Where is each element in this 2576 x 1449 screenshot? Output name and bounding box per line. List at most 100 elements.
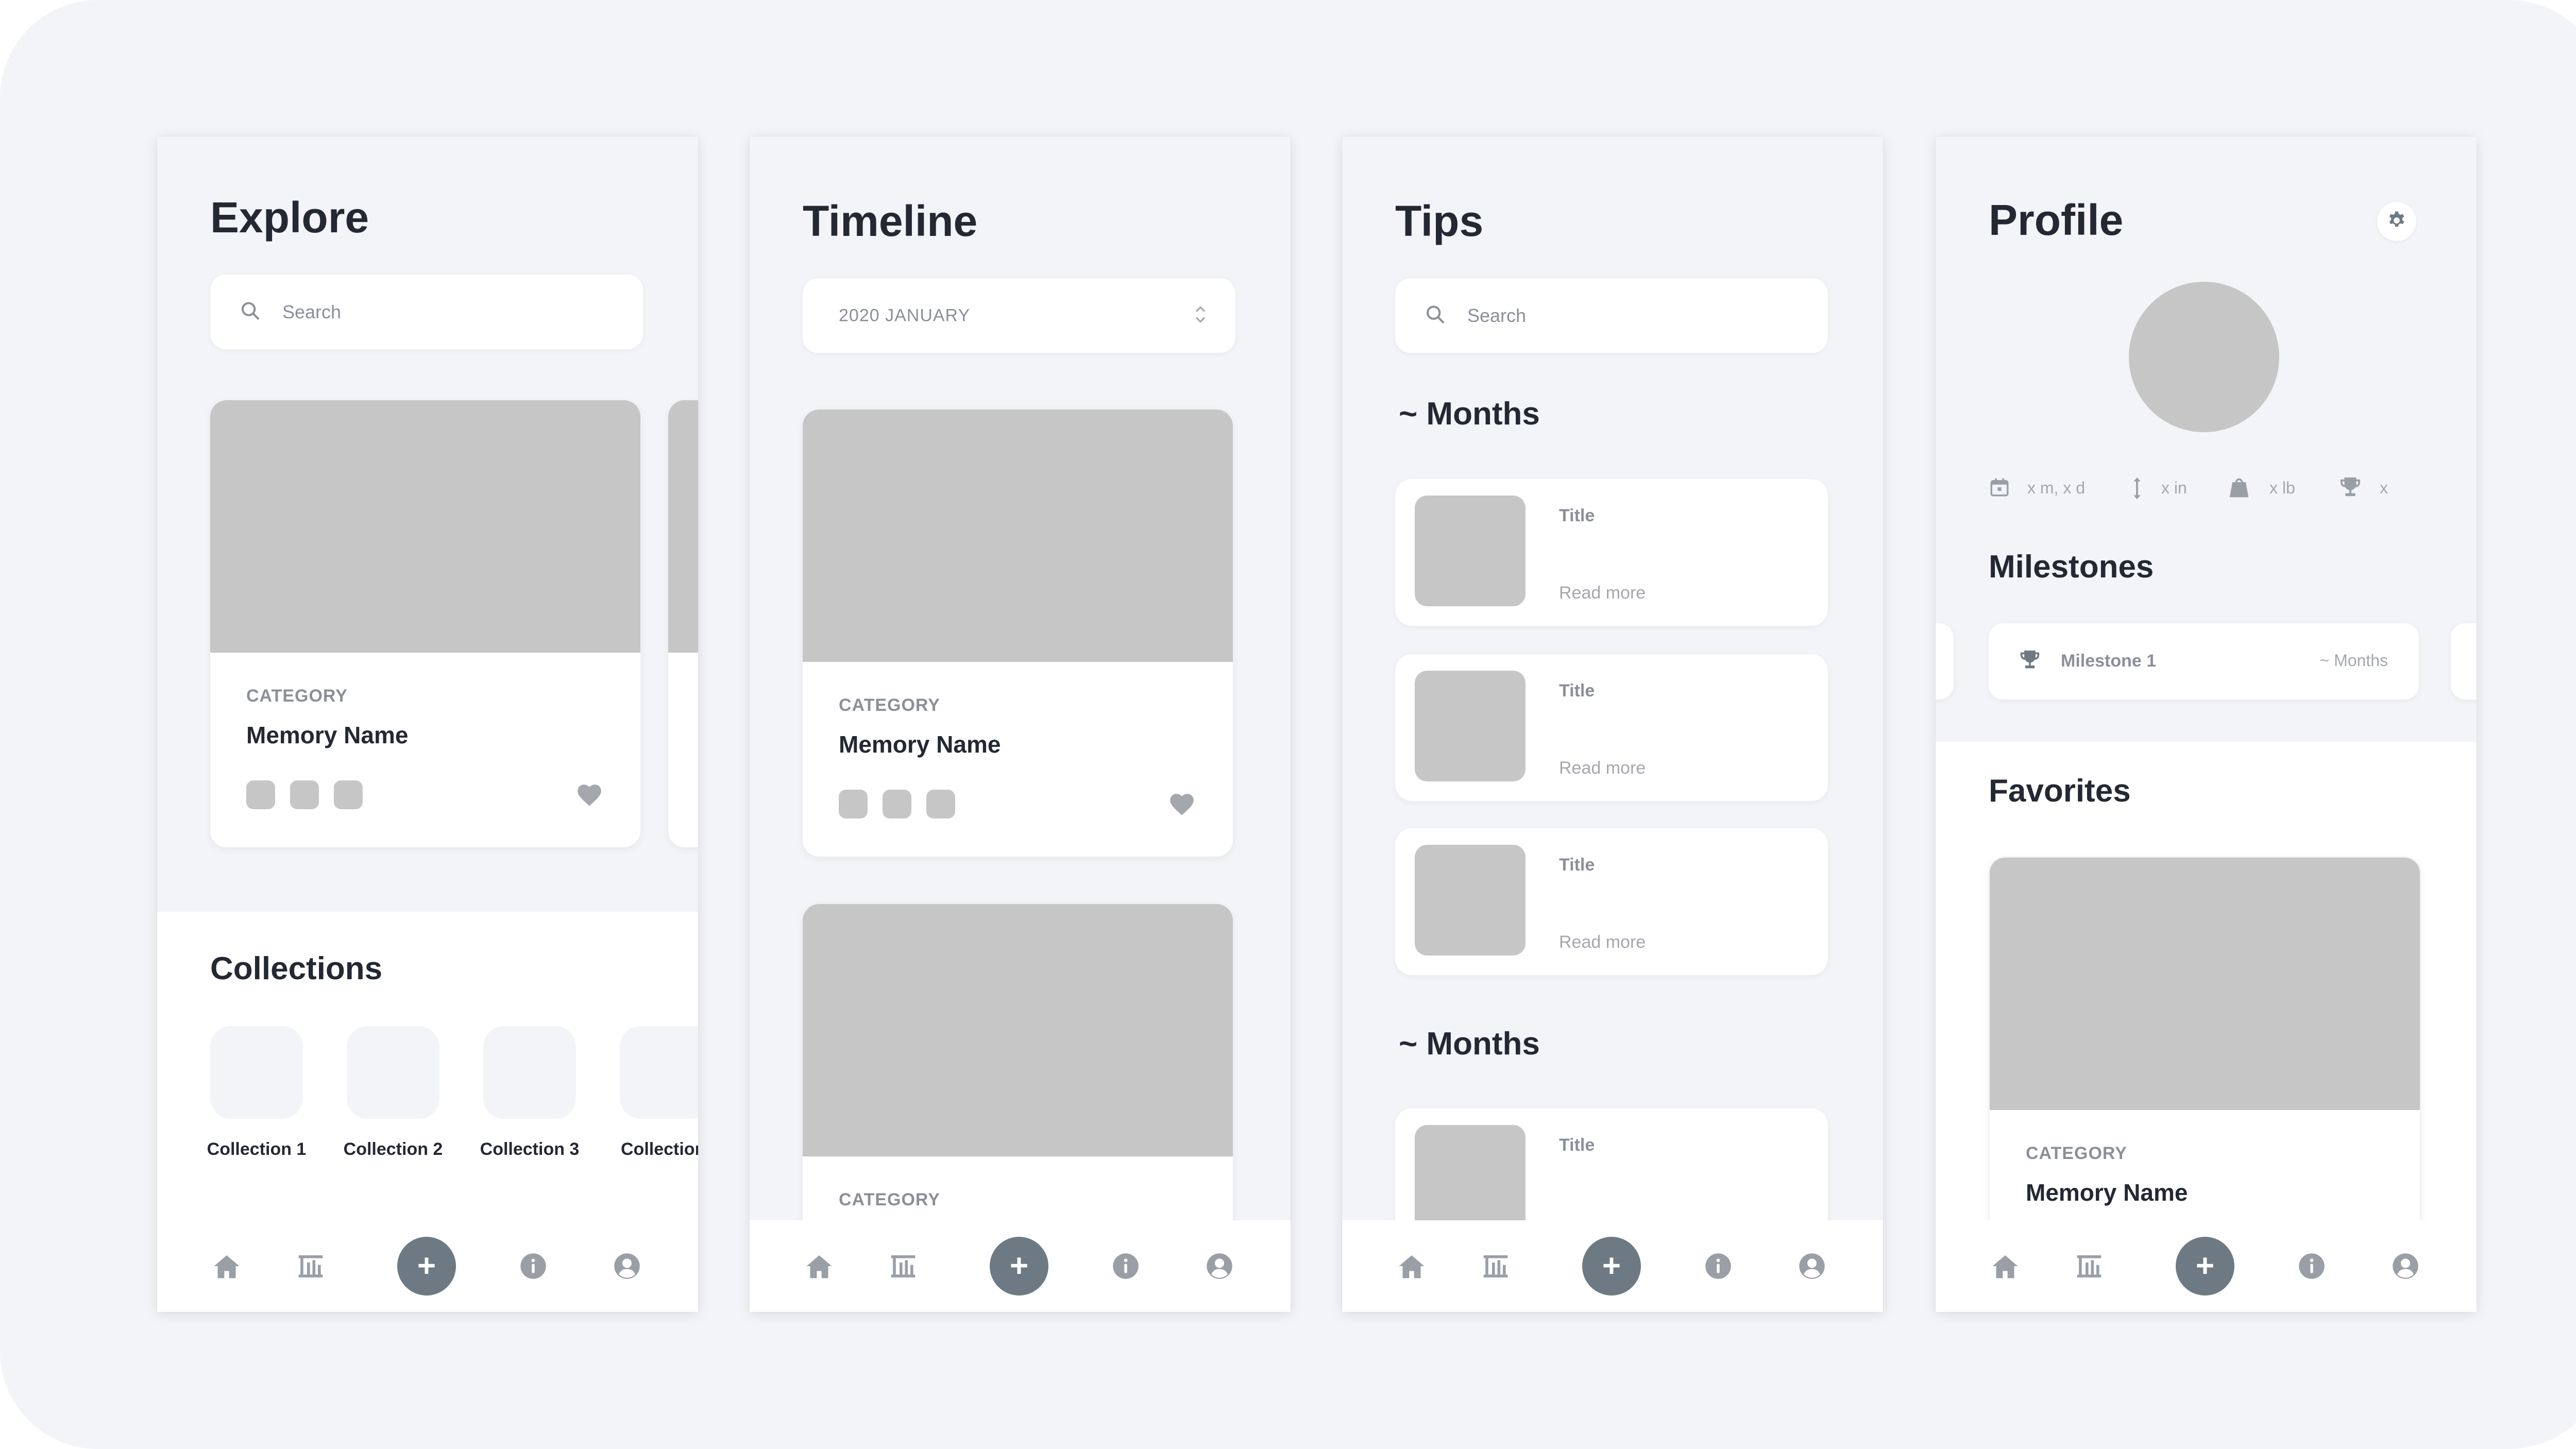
memory-card[interactable]: CATEGORY Memory Name [803, 410, 1233, 857]
tip-title: Title [1559, 681, 1595, 701]
weight-value: x lb [2269, 479, 2295, 497]
info-icon[interactable] [519, 1252, 547, 1280]
read-more-link[interactable]: Read more [1559, 583, 1646, 603]
memory-card-next[interactable] [668, 400, 698, 847]
section-title: Collections [210, 951, 383, 986]
tag-chip [246, 780, 275, 809]
section-title: Milestones [1989, 549, 2154, 585]
home-icon[interactable] [1991, 1253, 2020, 1280]
date-select-value: 2020 JANUARY [839, 305, 971, 325]
trophy-count: x [2380, 479, 2388, 497]
tag-chip [839, 790, 868, 819]
profile-icon[interactable] [613, 1252, 641, 1280]
add-button[interactable]: + [397, 1237, 456, 1295]
page-title: Timeline [803, 197, 978, 245]
section-title: ~ Months [1399, 396, 1540, 432]
tag-chip [334, 780, 363, 809]
bottom-nav: + [1342, 1220, 1883, 1312]
tag-chip [883, 790, 911, 819]
page-title: Explore [210, 193, 369, 242]
tip-image [1415, 845, 1526, 956]
search-placeholder: Search [282, 301, 342, 322]
add-button[interactable]: + [990, 1237, 1048, 1295]
home-icon[interactable] [212, 1253, 241, 1280]
chevron-updown-icon [1194, 303, 1207, 328]
graph-icon[interactable] [2075, 1252, 2104, 1281]
tip-title: Title [1559, 1135, 1595, 1155]
milestone-card-prev[interactable] [1936, 623, 1954, 700]
memory-card[interactable]: CATEGORY [803, 904, 1233, 1265]
search-placeholder: Search [1467, 304, 1527, 326]
background-canvas: Explore Search CATEGORY Memory Name Coll… [0, 0, 2576, 1449]
tip-title: Title [1559, 855, 1595, 875]
profile-icon[interactable] [2392, 1252, 2419, 1280]
memory-name: Memory Name [246, 722, 409, 748]
tips-screen: Tips Search ~ Months Title Read more Tit… [1342, 137, 1883, 1312]
heart-icon[interactable] [1168, 792, 1195, 819]
memory-category: CATEGORY [839, 695, 940, 715]
info-icon[interactable] [1704, 1252, 1732, 1280]
info-icon[interactable] [1112, 1252, 1140, 1280]
tip-title: Title [1559, 506, 1595, 525]
bottom-nav: + [1936, 1220, 2477, 1312]
trophy-icon [2338, 476, 2362, 501]
favorite-card[interactable]: CATEGORY Memory Name [1989, 857, 2421, 1271]
height-icon [2131, 476, 2143, 503]
tip-card[interactable]: Title Read more [1395, 828, 1828, 975]
memory-name: Memory Name [839, 731, 1001, 758]
read-more-link[interactable]: Read more [1559, 932, 1646, 952]
profile-icon[interactable] [1206, 1252, 1233, 1280]
milestone-time: ~ Months [2319, 651, 2388, 670]
collection-label: Collection 2 [343, 1139, 443, 1159]
search-input[interactable]: Search [1395, 278, 1828, 353]
avatar[interactable] [2129, 282, 2279, 432]
search-icon [240, 300, 261, 323]
info-icon[interactable] [2298, 1252, 2326, 1280]
weight-icon [2228, 476, 2250, 502]
graph-icon[interactable] [889, 1252, 918, 1281]
timeline-screen: Timeline 2020 JANUARY CATEGORY Memory Na… [750, 137, 1291, 1312]
graph-icon[interactable] [296, 1252, 325, 1281]
collection-label: Collection 1 [207, 1139, 307, 1159]
collection-label: Collection 3 [480, 1139, 580, 1159]
settings-button[interactable] [2377, 202, 2416, 241]
search-icon [1425, 304, 1446, 327]
collection-tile[interactable] [483, 1026, 576, 1119]
profile-icon[interactable] [1798, 1252, 1826, 1280]
memory-category: CATEGORY [839, 1190, 940, 1209]
milestone-card-next[interactable] [2451, 623, 2477, 700]
memory-category: CATEGORY [246, 686, 348, 706]
heart-icon[interactable] [576, 782, 603, 810]
height-value: x in [2161, 479, 2187, 497]
milestone-name: Milestone 1 [2061, 651, 2157, 671]
tip-card[interactable]: Title Read more [1395, 479, 1828, 626]
add-button[interactable]: + [2176, 1237, 2234, 1295]
collection-label: Collection [621, 1139, 698, 1159]
tag-chip [926, 790, 955, 819]
memory-image [1990, 858, 2420, 1110]
memory-name: Memory Name [2026, 1179, 2188, 1206]
milestone-card[interactable]: Milestone 1 ~ Months [1989, 623, 2419, 700]
section-title: ~ Months [1399, 1026, 1540, 1062]
memory-image [803, 904, 1233, 1156]
tag-chip [290, 780, 319, 809]
home-icon[interactable] [805, 1253, 834, 1280]
read-more-link[interactable]: Read more [1559, 758, 1646, 778]
tip-image [1415, 1125, 1526, 1236]
home-icon[interactable] [1397, 1253, 1426, 1280]
tip-card[interactable]: Title Read more [1395, 654, 1828, 801]
tip-image [1415, 496, 1526, 606]
collection-tile[interactable] [620, 1026, 698, 1119]
collection-tile[interactable] [210, 1026, 303, 1119]
explore-screen: Explore Search CATEGORY Memory Name Coll… [157, 137, 698, 1312]
memory-card[interactable]: CATEGORY Memory Name [210, 400, 640, 847]
page-title: Profile [1989, 196, 2124, 244]
date-select[interactable]: 2020 JANUARY [803, 278, 1235, 353]
memory-image [803, 410, 1233, 662]
search-input[interactable]: Search [210, 275, 643, 349]
graph-icon[interactable] [1481, 1252, 1510, 1281]
profile-screen: Profile x m, x d x in x lb x Milestones [1936, 137, 2477, 1312]
memory-category: CATEGORY [2026, 1144, 2127, 1163]
add-button[interactable]: + [1582, 1237, 1641, 1295]
collection-tile[interactable] [347, 1026, 439, 1119]
